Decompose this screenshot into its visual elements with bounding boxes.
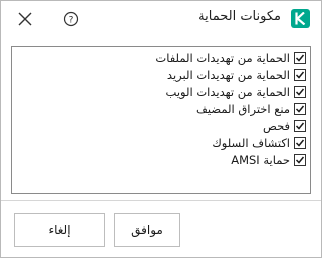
checkbox-file-threat-protection[interactable] [294,51,306,64]
list-item-file-threat-protection[interactable]: الحماية من تهديدات الملفات [155,49,306,66]
dialog-title: مكونات الحماية [198,9,281,24]
checkbox-web-threat-protection[interactable] [294,85,306,98]
item-label: الحماية من تهديدات البريد [166,67,290,82]
close-button[interactable] [14,8,36,30]
checkmark-icon [295,54,305,62]
list-item-behavior-detection[interactable]: اكتشاف السلوك [212,134,306,151]
checkmark-icon [295,139,305,147]
item-label: الحماية من تهديدات الملفات [155,50,290,65]
checkmark-icon [295,88,305,96]
title-bar: ? مكونات الحماية [1,1,321,37]
footer-divider [1,200,321,201]
checkbox-behavior-detection[interactable] [294,136,306,149]
item-label: منع اختراق المضيف [196,101,290,116]
checkbox-mail-threat-protection[interactable] [294,68,306,81]
logo-k-icon [295,12,306,25]
list-item-host-intrusion-prevention[interactable]: منع اختراق المضيف [196,100,306,117]
checkbox-host-intrusion-prevention[interactable] [294,102,306,115]
help-circle-icon: ? [63,11,79,27]
ok-button[interactable]: موافق [114,213,180,247]
checkmark-icon [295,122,305,130]
list-item-mail-threat-protection[interactable]: الحماية من تهديدات البريد [167,66,306,83]
checkmark-icon [295,156,305,164]
svg-text:?: ? [69,16,74,26]
dialog-window: ? مكونات الحماية الحماية من تهديدات المل… [0,0,322,258]
checkbox-amsi-protection[interactable] [294,153,306,166]
kaspersky-logo [291,9,310,28]
checkbox-scan[interactable] [294,119,306,132]
list-item-scan[interactable]: فحص [263,117,306,134]
components-list[interactable]: الحماية من تهديدات الملفات الحماية من ته… [11,46,311,194]
help-button[interactable]: ? [60,8,82,30]
checkmark-icon [295,71,305,79]
close-icon [18,12,32,26]
checkmark-icon [295,105,305,113]
list-item-amsi-protection[interactable]: حماية AMSI [231,151,306,168]
cancel-button[interactable]: إلغاء [14,213,105,247]
list-item-web-threat-protection[interactable]: الحماية من تهديدات الويب [166,83,306,100]
item-label: حماية AMSI [231,152,290,167]
item-label: فحص [262,118,290,133]
item-label: اكتشاف السلوك [212,135,290,150]
item-label: الحماية من تهديدات الويب [165,84,290,99]
